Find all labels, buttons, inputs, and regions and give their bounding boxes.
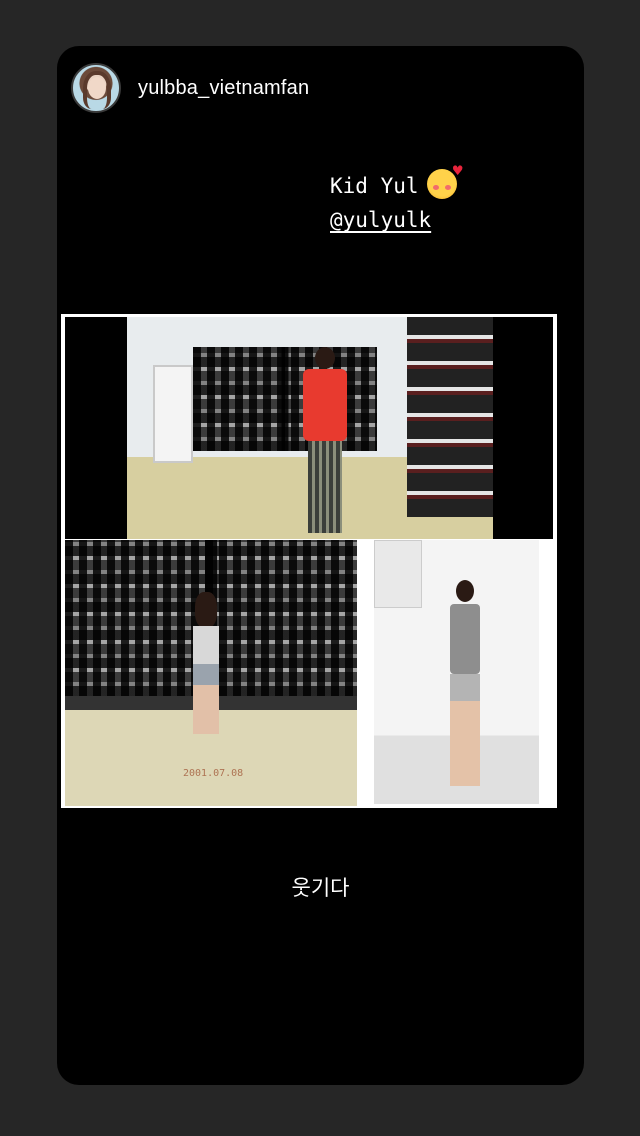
story-header[interactable]: yulbba_vietnamfan: [71, 62, 309, 114]
avatar-face: [88, 77, 106, 99]
overlay-text: Kid Yul ♥ @yulyulk: [330, 163, 463, 237]
video-clip-top: [65, 317, 553, 539]
story-card[interactable]: yulbba_vietnamfan Kid Yul ♥ @yulyulk 200…: [57, 46, 584, 1085]
dancer-child-back: [183, 592, 227, 734]
username[interactable]: yulbba_vietnamfan: [138, 77, 309, 100]
video-collage[interactable]: 2001.07.08: [61, 314, 557, 808]
overlay-title: Kid Yul: [330, 174, 419, 198]
smiling-face-with-hearts-icon: ♥: [426, 163, 463, 199]
avatar[interactable]: [71, 63, 121, 113]
shoe-shelf: [407, 317, 493, 517]
dance-studio-scene: [127, 317, 493, 539]
video-clip-bottom-left: 2001.07.08: [65, 540, 357, 806]
video-clip-bottom-right: [374, 540, 539, 804]
studio-door: [153, 365, 193, 463]
story-caption: 웃기다: [291, 876, 350, 900]
wall-sign: [374, 540, 422, 608]
dancer-child-front: [436, 580, 492, 786]
overlay-line-1: Kid Yul ♥: [330, 163, 463, 203]
video-timestamp: 2001.07.08: [183, 768, 244, 779]
mention-link[interactable]: @yulyulk: [330, 203, 457, 237]
dancer-red-shirt: [295, 347, 355, 537]
